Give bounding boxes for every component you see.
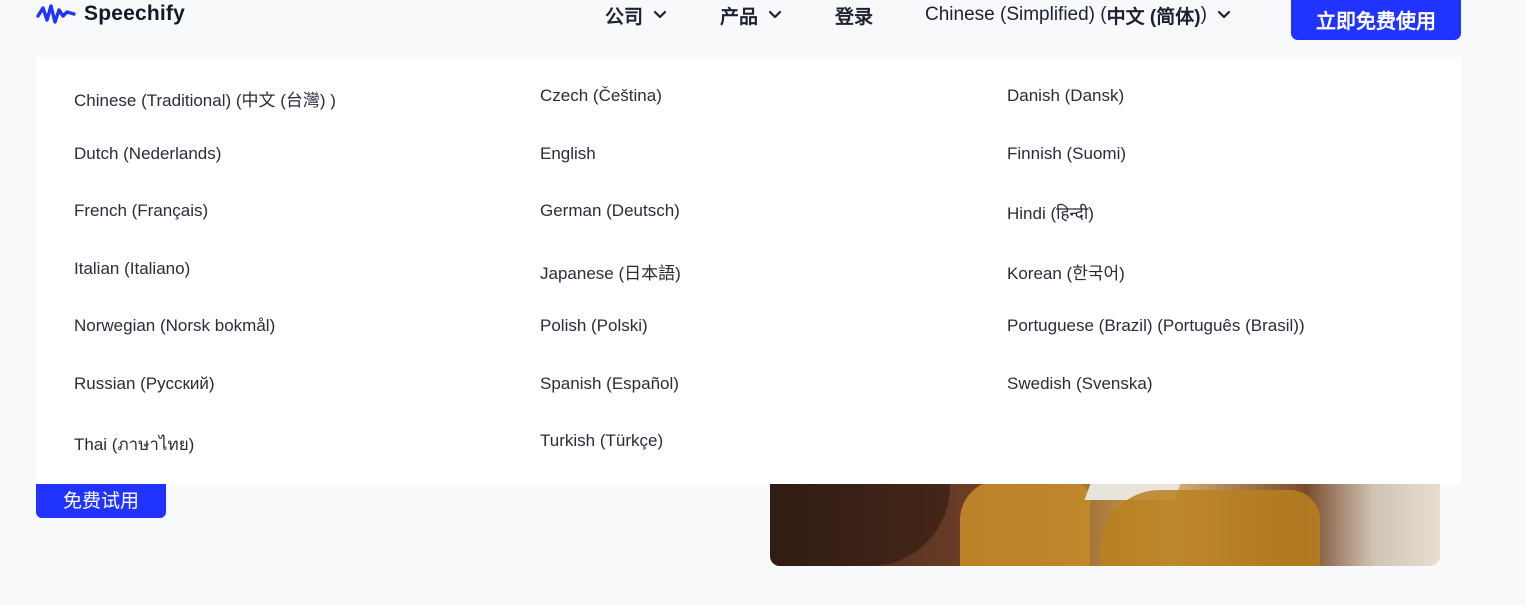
language-option[interactable]: Swedish (Svenska) — [1007, 374, 1153, 394]
nav-products[interactable]: 产品 — [720, 0, 782, 30]
chevron-down-icon — [1217, 10, 1230, 19]
nav-company[interactable]: 公司 — [605, 0, 667, 30]
language-option[interactable]: French (Français) — [74, 201, 208, 221]
hero-image — [770, 470, 1440, 566]
image-glove — [960, 480, 1090, 566]
logo-text: Speechify — [84, 2, 186, 25]
try-free-cta-button[interactable]: 立即免费使用 — [1291, 0, 1461, 40]
language-option[interactable]: Turkish (Türkçe) — [540, 431, 663, 451]
language-option[interactable]: Polish (Polski) — [540, 316, 648, 336]
language-prefix: Chinese (Simplified) ( — [925, 4, 1107, 25]
language-option[interactable]: Korean (한국어) — [1007, 259, 1125, 284]
language-option[interactable]: Finnish (Suomi) — [1007, 144, 1126, 164]
chevron-down-icon — [653, 10, 667, 19]
speechify-waveform-icon — [36, 4, 76, 24]
language-option[interactable]: Danish (Dansk) — [1007, 86, 1124, 106]
image-glove — [1100, 490, 1320, 566]
nav-login-label: 登录 — [835, 6, 874, 28]
language-dropdown: Chinese (Traditional) (中文 (台灣) ) Dutch (… — [36, 57, 1461, 484]
language-option[interactable]: Hindi (हिन्दी) — [1007, 201, 1094, 224]
chevron-down-icon — [768, 10, 782, 19]
language-option[interactable]: Dutch (Nederlands) — [74, 144, 221, 164]
language-suffix: ) — [1200, 4, 1207, 25]
language-option[interactable]: Japanese (日本語) — [540, 259, 681, 284]
language-native: 中文 (简体) — [1106, 6, 1201, 28]
language-option[interactable]: Czech (Čeština) — [540, 86, 662, 106]
language-option[interactable]: Thai (ภาษาไทย) — [74, 431, 194, 458]
language-option[interactable]: Russian (Русский) — [74, 374, 215, 394]
image-shadow — [770, 470, 950, 566]
nav-company-label: 公司 — [605, 6, 644, 28]
logo[interactable]: Speechify — [36, 0, 185, 28]
nav-products-label: 产品 — [720, 6, 759, 28]
nav-login[interactable]: 登录 — [835, 0, 873, 30]
language-option[interactable]: English — [540, 144, 596, 164]
language-option[interactable]: Norwegian (Norsk bokmål) — [74, 316, 275, 336]
language-selector[interactable]: Chinese (Simplified) (中文 (简体)) — [925, 0, 1231, 30]
site-header: Speechify 公司 产品 登录 Chinese (Simplified) … — [0, 0, 1526, 57]
language-option[interactable]: German (Deutsch) — [540, 201, 680, 221]
language-option[interactable]: Chinese (Traditional) (中文 (台灣) ) — [74, 86, 336, 111]
language-option[interactable]: Spanish (Español) — [540, 374, 679, 394]
language-option[interactable]: Italian (Italiano) — [74, 259, 190, 279]
language-option[interactable]: Portuguese (Brazil) (Português (Brasil)) — [1007, 316, 1305, 336]
